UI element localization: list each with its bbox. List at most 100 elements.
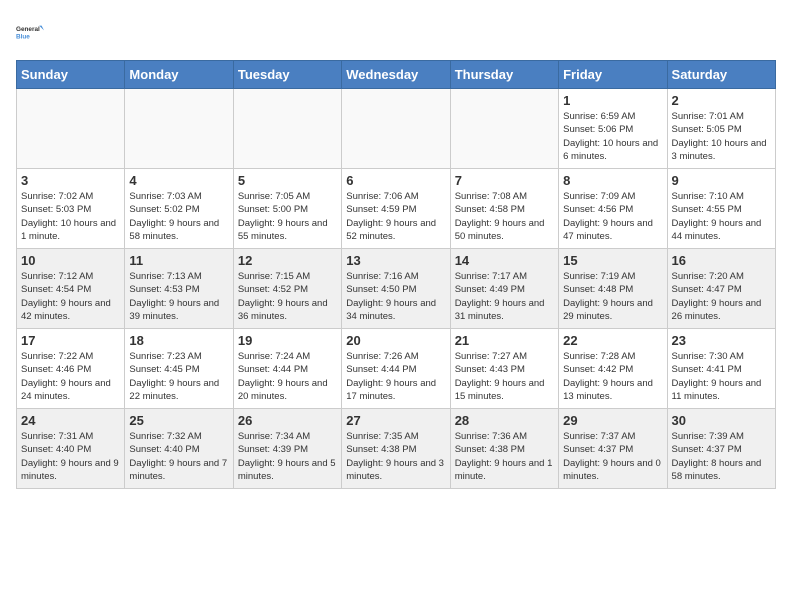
day-number: 27 bbox=[346, 413, 445, 428]
calendar-cell: 11Sunrise: 7:13 AM Sunset: 4:53 PM Dayli… bbox=[125, 249, 233, 329]
day-info: Sunrise: 7:27 AM Sunset: 4:43 PM Dayligh… bbox=[455, 350, 554, 403]
day-info: Sunrise: 7:19 AM Sunset: 4:48 PM Dayligh… bbox=[563, 270, 662, 323]
col-header-monday: Monday bbox=[125, 61, 233, 89]
day-number: 6 bbox=[346, 173, 445, 188]
day-info: Sunrise: 7:10 AM Sunset: 4:55 PM Dayligh… bbox=[672, 190, 771, 243]
week-row-2: 3 Sunrise: 7:02 AM Sunset: 5:03 PM Daylig… bbox=[17, 169, 776, 249]
day-info: Sunrise: 7:12 AM Sunset: 4:54 PM Dayligh… bbox=[21, 270, 120, 323]
day-number: 7 bbox=[455, 173, 554, 188]
day-info: Sunrise: 7:05 AM Sunset: 5:00 PM Dayligh… bbox=[238, 190, 337, 243]
calendar-cell: 2 Sunrise: 7:01 AM Sunset: 5:05 PM Daylig… bbox=[667, 89, 775, 169]
calendar-cell: 9 Sunrise: 7:10 AM Sunset: 4:55 PM Daylig… bbox=[667, 169, 775, 249]
week-row-3: 10Sunrise: 7:12 AM Sunset: 4:54 PM Dayli… bbox=[17, 249, 776, 329]
calendar-cell: 16 Sunrise: 7:20 AM Sunset: 4:47 PM Dayli… bbox=[667, 249, 775, 329]
day-info: Sunrise: 7:28 AM Sunset: 4:42 PM Dayligh… bbox=[563, 350, 662, 403]
calendar-cell: 28 Sunrise: 7:36 AM Sunset: 4:38 PM Dayli… bbox=[450, 409, 558, 489]
calendar-cell: 23 Sunrise: 7:30 AM Sunset: 4:41 PM Dayli… bbox=[667, 329, 775, 409]
calendar-table: SundayMondayTuesdayWednesdayThursdayFrid… bbox=[16, 60, 776, 489]
day-info: Sunrise: 7:23 AM Sunset: 4:45 PM Dayligh… bbox=[129, 350, 228, 403]
day-number: 1 bbox=[563, 93, 662, 108]
calendar-cell: 30 Sunrise: 7:39 AM Sunset: 4:37 PM Dayli… bbox=[667, 409, 775, 489]
day-number: 18 bbox=[129, 333, 228, 348]
day-number: 16 bbox=[672, 253, 771, 268]
week-row-5: 24 Sunrise: 7:31 AM Sunset: 4:40 PM Dayli… bbox=[17, 409, 776, 489]
day-info: Sunrise: 7:03 AM Sunset: 5:02 PM Dayligh… bbox=[129, 190, 228, 243]
day-info: Sunrise: 7:17 AM Sunset: 4:49 PM Dayligh… bbox=[455, 270, 554, 323]
col-header-tuesday: Tuesday bbox=[233, 61, 341, 89]
day-number: 22 bbox=[563, 333, 662, 348]
calendar-cell: 15 Sunrise: 7:19 AM Sunset: 4:48 PM Dayli… bbox=[559, 249, 667, 329]
day-info: Sunrise: 7:01 AM Sunset: 5:05 PM Dayligh… bbox=[672, 110, 771, 163]
calendar-cell: 17 Sunrise: 7:22 AM Sunset: 4:46 PM Dayli… bbox=[17, 329, 125, 409]
col-header-thursday: Thursday bbox=[450, 61, 558, 89]
calendar-cell: 4 Sunrise: 7:03 AM Sunset: 5:02 PM Daylig… bbox=[125, 169, 233, 249]
day-info: Sunrise: 7:31 AM Sunset: 4:40 PM Dayligh… bbox=[21, 430, 120, 483]
calendar-cell bbox=[233, 89, 341, 169]
svg-text:Blue: Blue bbox=[16, 33, 30, 40]
calendar-cell bbox=[450, 89, 558, 169]
day-info: Sunrise: 7:37 AM Sunset: 4:37 PM Dayligh… bbox=[563, 430, 662, 483]
calendar-cell bbox=[17, 89, 125, 169]
day-number: 25 bbox=[129, 413, 228, 428]
col-header-saturday: Saturday bbox=[667, 61, 775, 89]
day-number: 9 bbox=[672, 173, 771, 188]
calendar-cell: 12Sunrise: 7:15 AM Sunset: 4:52 PM Dayli… bbox=[233, 249, 341, 329]
calendar-cell: 26 Sunrise: 7:34 AM Sunset: 4:39 PM Dayli… bbox=[233, 409, 341, 489]
day-info: Sunrise: 7:06 AM Sunset: 4:59 PM Dayligh… bbox=[346, 190, 445, 243]
day-number: 12 bbox=[238, 253, 337, 268]
day-info: Sunrise: 7:35 AM Sunset: 4:38 PM Dayligh… bbox=[346, 430, 445, 483]
calendar-cell: 24 Sunrise: 7:31 AM Sunset: 4:40 PM Dayli… bbox=[17, 409, 125, 489]
day-number: 26 bbox=[238, 413, 337, 428]
calendar-cell: 21 Sunrise: 7:27 AM Sunset: 4:43 PM Dayli… bbox=[450, 329, 558, 409]
calendar-cell: 14Sunrise: 7:17 AM Sunset: 4:49 PM Dayli… bbox=[450, 249, 558, 329]
day-number: 24 bbox=[21, 413, 120, 428]
calendar-cell: 19 Sunrise: 7:24 AM Sunset: 4:44 PM Dayli… bbox=[233, 329, 341, 409]
day-info: Sunrise: 7:22 AM Sunset: 4:46 PM Dayligh… bbox=[21, 350, 120, 403]
day-info: Sunrise: 7:36 AM Sunset: 4:38 PM Dayligh… bbox=[455, 430, 554, 483]
day-number: 17 bbox=[21, 333, 120, 348]
logo-icon: GeneralBlue bbox=[16, 16, 48, 48]
day-info: Sunrise: 7:02 AM Sunset: 5:03 PM Dayligh… bbox=[21, 190, 120, 243]
day-number: 23 bbox=[672, 333, 771, 348]
calendar-cell: 8Sunrise: 7:09 AM Sunset: 4:56 PM Daylig… bbox=[559, 169, 667, 249]
calendar-cell: 25 Sunrise: 7:32 AM Sunset: 4:40 PM Dayli… bbox=[125, 409, 233, 489]
day-number: 20 bbox=[346, 333, 445, 348]
calendar-cell: 29 Sunrise: 7:37 AM Sunset: 4:37 PM Dayli… bbox=[559, 409, 667, 489]
day-info: Sunrise: 7:20 AM Sunset: 4:47 PM Dayligh… bbox=[672, 270, 771, 323]
svg-text:General: General bbox=[16, 26, 40, 33]
calendar-cell bbox=[125, 89, 233, 169]
day-number: 30 bbox=[672, 413, 771, 428]
calendar-cell: 20Sunrise: 7:26 AM Sunset: 4:44 PM Dayli… bbox=[342, 329, 450, 409]
calendar-cell: 7Sunrise: 7:08 AM Sunset: 4:58 PM Daylig… bbox=[450, 169, 558, 249]
day-info: Sunrise: 6:59 AM Sunset: 5:06 PM Dayligh… bbox=[563, 110, 662, 163]
day-number: 8 bbox=[563, 173, 662, 188]
day-number: 4 bbox=[129, 173, 228, 188]
day-number: 11 bbox=[129, 253, 228, 268]
calendar-cell bbox=[342, 89, 450, 169]
day-info: Sunrise: 7:24 AM Sunset: 4:44 PM Dayligh… bbox=[238, 350, 337, 403]
day-number: 28 bbox=[455, 413, 554, 428]
week-row-4: 17 Sunrise: 7:22 AM Sunset: 4:46 PM Dayli… bbox=[17, 329, 776, 409]
calendar-cell: 22 Sunrise: 7:28 AM Sunset: 4:42 PM Dayli… bbox=[559, 329, 667, 409]
calendar-cell: 10Sunrise: 7:12 AM Sunset: 4:54 PM Dayli… bbox=[17, 249, 125, 329]
day-info: Sunrise: 7:34 AM Sunset: 4:39 PM Dayligh… bbox=[238, 430, 337, 483]
day-number: 19 bbox=[238, 333, 337, 348]
calendar-cell: 18 Sunrise: 7:23 AM Sunset: 4:45 PM Dayli… bbox=[125, 329, 233, 409]
day-number: 2 bbox=[672, 93, 771, 108]
calendar-cell: 27 Sunrise: 7:35 AM Sunset: 4:38 PM Dayli… bbox=[342, 409, 450, 489]
day-number: 15 bbox=[563, 253, 662, 268]
calendar-cell: 5 Sunrise: 7:05 AM Sunset: 5:00 PM Daylig… bbox=[233, 169, 341, 249]
day-number: 5 bbox=[238, 173, 337, 188]
col-header-friday: Friday bbox=[559, 61, 667, 89]
day-number: 13 bbox=[346, 253, 445, 268]
calendar-cell: 1 Sunrise: 6:59 AM Sunset: 5:06 PM Daylig… bbox=[559, 89, 667, 169]
col-header-wednesday: Wednesday bbox=[342, 61, 450, 89]
day-info: Sunrise: 7:30 AM Sunset: 4:41 PM Dayligh… bbox=[672, 350, 771, 403]
day-info: Sunrise: 7:32 AM Sunset: 4:40 PM Dayligh… bbox=[129, 430, 228, 483]
day-number: 29 bbox=[563, 413, 662, 428]
day-info: Sunrise: 7:39 AM Sunset: 4:37 PM Dayligh… bbox=[672, 430, 771, 483]
day-number: 21 bbox=[455, 333, 554, 348]
col-header-sunday: Sunday bbox=[17, 61, 125, 89]
logo: GeneralBlue bbox=[16, 16, 48, 48]
day-number: 3 bbox=[21, 173, 120, 188]
